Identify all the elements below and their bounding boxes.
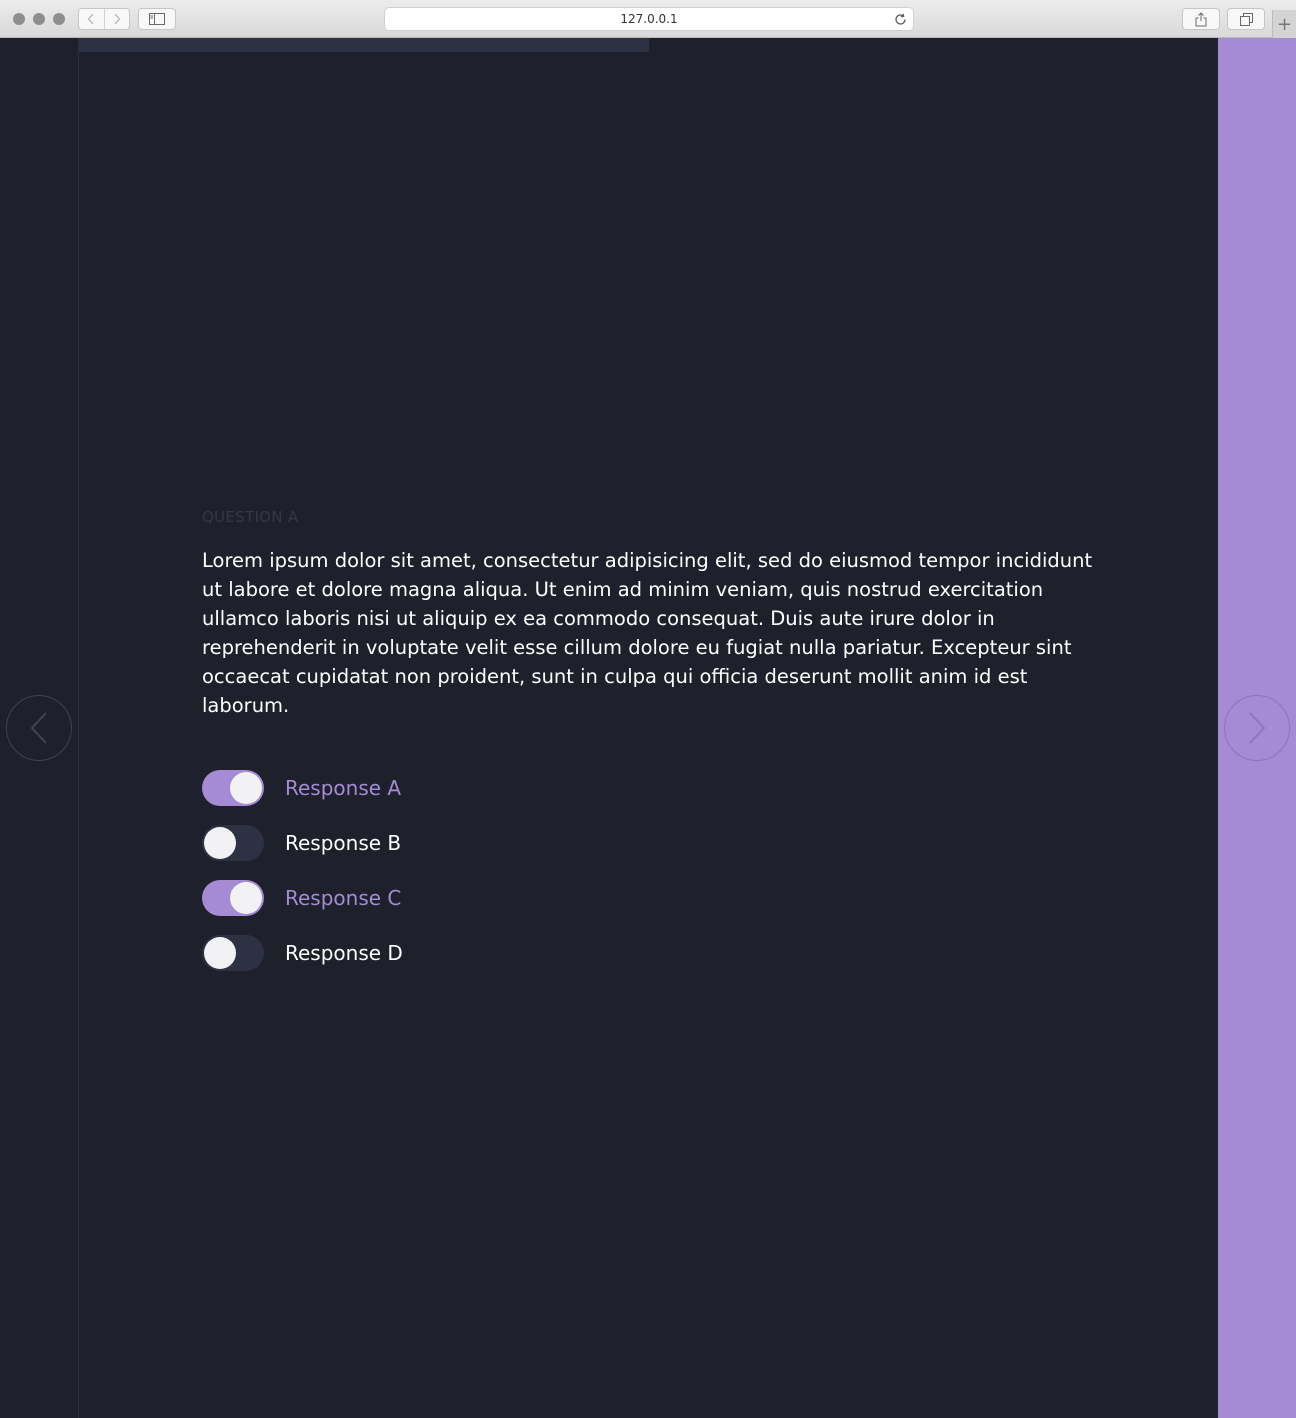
response-label: Response A	[285, 775, 402, 800]
response-label: Response D	[285, 940, 403, 965]
toggle-knob	[204, 936, 236, 969]
new-tab-button[interactable]: +	[1272, 10, 1296, 38]
browser-back-button[interactable]	[79, 9, 104, 29]
toggle-knob	[230, 881, 262, 914]
response-label: Response B	[285, 830, 402, 855]
chevron-right-icon	[1249, 712, 1266, 744]
next-question-button[interactable]	[1224, 695, 1290, 761]
reload-icon[interactable]	[892, 11, 908, 27]
response-list: Response A Response B Response C Respons…	[202, 760, 1102, 980]
progress-bar	[79, 38, 1218, 52]
toggle-knob	[204, 826, 236, 859]
browser-toolbar: 127.0.0.1 +	[0, 0, 1296, 38]
question-label: QUESTION A	[202, 508, 299, 526]
progress-fill	[79, 38, 649, 52]
show-tabs-button[interactable]	[1227, 8, 1265, 30]
share-icon	[1195, 11, 1207, 26]
response-option[interactable]: Response A	[202, 760, 1102, 815]
response-option[interactable]: Response D	[202, 925, 1102, 980]
chevron-left-icon	[87, 13, 94, 25]
share-button[interactable]	[1182, 8, 1220, 30]
sidebar-icon	[149, 13, 165, 25]
previous-question-button[interactable]	[6, 695, 72, 761]
response-option[interactable]: Response B	[202, 815, 1102, 870]
response-toggle[interactable]	[202, 824, 264, 861]
response-toggle[interactable]	[202, 879, 264, 916]
url-text: 127.0.0.1	[620, 12, 678, 26]
toggle-knob	[230, 771, 262, 804]
close-window-icon[interactable]	[13, 13, 25, 25]
address-bar[interactable]: 127.0.0.1	[384, 7, 914, 31]
chevron-right-icon	[114, 13, 121, 25]
quiz-page: QUESTION A Lorem ipsum dolor sit amet, c…	[0, 38, 1296, 1418]
zoom-window-icon[interactable]	[53, 13, 65, 25]
question-text: Lorem ipsum dolor sit amet, consectetur …	[202, 549, 1093, 717]
response-label: Response C	[285, 885, 402, 910]
history-nav	[78, 8, 130, 30]
browser-forward-button[interactable]	[103, 9, 130, 29]
response-toggle[interactable]	[202, 769, 264, 806]
response-option[interactable]: Response C	[202, 870, 1102, 925]
chevron-left-icon	[30, 712, 47, 744]
tabs-overview-icon	[1239, 12, 1253, 26]
minimize-window-icon[interactable]	[33, 13, 45, 25]
sidebar-toggle-button[interactable]	[138, 8, 176, 30]
response-toggle[interactable]	[202, 934, 264, 971]
question-block: QUESTION A Lorem ipsum dolor sit amet, c…	[202, 508, 1102, 980]
